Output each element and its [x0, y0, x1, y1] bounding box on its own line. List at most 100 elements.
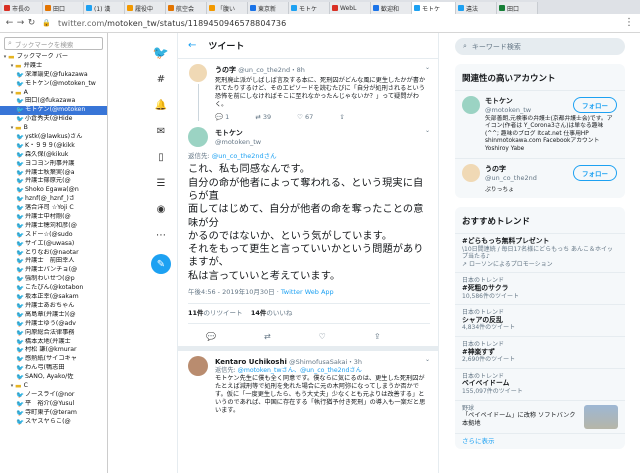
browser-tab[interactable]: 航空会 — [166, 2, 207, 14]
more-circle-icon[interactable]: ⋯ — [150, 222, 172, 248]
bookmark-item[interactable]: 🐦 弁護士秋葉実(@a — [0, 169, 107, 178]
bookmark-item[interactable]: 🐦 弁護士穂苅和彦(@ — [0, 222, 107, 231]
bookmark-item[interactable]: 🐦 わん弓(鴨志田 — [0, 364, 107, 373]
chevron-down-icon[interactable]: ⌄ — [425, 64, 430, 71]
bookmark-item[interactable]: 🐦 スドー☆(@sudo — [0, 231, 107, 240]
like-count[interactable]: 14件 — [251, 309, 267, 317]
author-name[interactable]: うの字 — [215, 66, 236, 74]
bookmark-item[interactable]: 🐦 向原総合法律事務 — [0, 329, 107, 338]
browser-menu-icon[interactable]: ⋮ — [624, 17, 634, 28]
reply-to-link[interactable]: @un_co_the2ndさん — [212, 152, 277, 160]
bookmark-item[interactable]: 🐦 田口(@fukazawa — [0, 97, 107, 106]
reply-to-link[interactable]: @motoken_twさん、@un_co_the2ndさん — [238, 367, 362, 374]
hashtag-icon[interactable]: # — [150, 66, 172, 92]
author-name[interactable]: モトケン — [215, 128, 261, 138]
avatar[interactable] — [189, 64, 207, 82]
bookmark-item[interactable]: 🐦 弁護士 前田幸人 — [0, 257, 107, 266]
compose-tweet-button[interactable]: ✎ — [151, 254, 171, 274]
trend-item[interactable]: 日本のトレンド ベイベイドーム 155,097件のツイート — [455, 369, 625, 401]
trend-item[interactable]: 日本のトレンド #神楽すず 2,690件のツイート — [455, 337, 625, 369]
avatar[interactable] — [462, 164, 480, 183]
account-card[interactable]: モトケン @motoken_tw 矢部善朗,元検事の弁護士(京都弁護士会)です。… — [455, 91, 625, 160]
bookmark-item[interactable]: 🐦 ystk(@lawkus)さん — [0, 133, 107, 142]
avatar[interactable] — [188, 127, 208, 147]
bookmark-item[interactable]: 🐦 弁護士パンチョ(@ — [0, 266, 107, 275]
avatar[interactable] — [188, 355, 208, 376]
bookmark-item[interactable]: 🐦 橋本太地(弁護士 — [0, 338, 107, 347]
author-name[interactable]: Kentaro Uchikoshi — [215, 358, 287, 366]
show-more-link[interactable]: さらに表示 — [455, 434, 625, 450]
trend-item[interactable]: 日本のトレンド #死粗のサクラ 10,586件のツイート — [455, 273, 625, 306]
browser-tab[interactable]: 市長の — [2, 2, 43, 14]
bookmark-item[interactable]: 🐦 SANO, Ayako/佐 — [0, 373, 107, 382]
reply-icon[interactable]: 💬 — [206, 332, 216, 341]
browser-tab[interactable]: WebL — [330, 2, 371, 14]
retweet-icon[interactable]: ⇄ — [264, 332, 271, 341]
reply-tweet[interactable]: Kentaro Uchikoshi @ShimofusaSakai・3h 返信先… — [178, 351, 438, 419]
browser-tab[interactable]: 東京新 — [248, 2, 289, 14]
bookmark-item[interactable]: 🐦 K・９９９(@kikk — [0, 142, 107, 151]
bookmark-item[interactable]: 🐦 ヨコヨン刑事弁護 — [0, 160, 107, 169]
trend-item[interactable]: 野球 「ペイペイドーム」に改称 ソフトバンク本拠地 — [455, 401, 625, 434]
bookmark-item[interactable]: 🐦 弁護士ゆう(@adv — [0, 320, 107, 329]
bookmark-item[interactable]: 🐦 Shoko Egawa(@n — [0, 186, 107, 195]
url-field[interactable]: twitter.com/motoken_tw/status/1189450946… — [58, 19, 286, 28]
reply-action[interactable]: 💬 1 — [215, 113, 229, 121]
bookmark-folder[interactable]: ▾ ▬ A — [0, 89, 107, 98]
reload-icon[interactable]: ↻ — [26, 18, 37, 28]
chevron-down-icon[interactable]: ⌄ — [425, 356, 430, 363]
bookmark-item[interactable]: 🐦 高島章(弁護士)(@ — [0, 311, 107, 320]
bookmark-item[interactable]: 🐦 寺町東子(@teram — [0, 409, 107, 418]
bookmark-item[interactable]: 🐦 落合洋司 ☆Yoji C — [0, 204, 107, 213]
bookmark-item[interactable]: 🐦 モトケン(@motoken_tw — [0, 80, 107, 89]
bookmark-folder[interactable]: ▾ ▬ 弁護士 — [0, 62, 107, 71]
retweet-action[interactable]: ⇄ 39 — [255, 113, 271, 121]
bookmark-item[interactable]: 🐦 坂本正幸(@sakam — [0, 293, 107, 302]
bookmark-item[interactable]: 🐦 とりなお(@naotar — [0, 249, 107, 258]
bookmark-folder[interactable]: ▾ ▬ B — [0, 124, 107, 133]
retweet-count[interactable]: 11件 — [188, 309, 204, 317]
list-icon[interactable]: ☰ — [150, 170, 172, 196]
bookmark-item[interactable]: 🐦 強制わいせつ(@p — [0, 275, 107, 284]
bookmark-item[interactable]: 🐦 弁護士篠原元(@ — [0, 177, 107, 186]
account-card[interactable]: うの字 @un_co_the2nd ぷりっちょ フォロー — [455, 159, 625, 198]
back-arrow-icon[interactable]: ← — [4, 18, 15, 28]
browser-tab[interactable]: モトケ — [289, 2, 330, 14]
profile-icon[interactable]: ◉ — [150, 196, 172, 222]
follow-button[interactable]: フォロー — [573, 97, 617, 113]
bookmark-item[interactable]: 🐦 弁護士中村剛(@ — [0, 213, 107, 222]
bookmark-folder[interactable]: ▾ ▬ ブックマーク バー — [0, 53, 107, 62]
envelope-icon[interactable]: ✉ — [150, 118, 172, 144]
trend-item[interactable]: 日本のトレンド シャアの反乱 4,834件のツイート — [455, 305, 625, 337]
bookmark-item[interactable]: 🐦 サイエ(@uwasa) — [0, 240, 107, 249]
bookmark-item[interactable]: 🐦 ノースライ(@nor — [0, 391, 107, 400]
browser-tab[interactable]: 歓迎和 — [371, 2, 412, 14]
forward-arrow-icon[interactable]: → — [15, 18, 26, 28]
avatar[interactable] — [462, 96, 480, 114]
browser-tab[interactable]: 田口 — [497, 2, 538, 14]
browser-tab[interactable]: 違法 — [456, 2, 497, 14]
browser-tab[interactable]: 「腹い — [207, 2, 248, 14]
bookmark-item[interactable]: 🐦 こたぴん(@kotabon — [0, 284, 107, 293]
browser-tab[interactable]: モトケ — [412, 2, 456, 14]
bookmark-item[interactable]: 🐦 弁護士あおちゃん — [0, 302, 107, 311]
bookmark-item[interactable]: 🐦 小倉秀夫(@Hide — [0, 115, 107, 124]
client-link[interactable]: Twitter Web App — [281, 288, 334, 296]
share-icon[interactable]: ⇪ — [339, 113, 344, 121]
share-icon[interactable]: ⇪ — [374, 332, 381, 341]
bookmark-item[interactable]: 🐦 モトケン(@motoken — [0, 106, 107, 116]
back-arrow-icon[interactable]: ← — [188, 40, 196, 51]
bookmark-item[interactable]: 🐦 村松 謙(@kmurar — [0, 346, 107, 355]
bell-icon[interactable]: 🔔 — [150, 92, 172, 118]
bookmark-item[interactable]: 🐦 スヤスヤらこ(@ — [0, 418, 107, 427]
chevron-down-icon[interactable]: ⌄ — [425, 127, 430, 134]
browser-tab[interactable]: 田口 — [43, 2, 84, 14]
like-action[interactable]: ♡ 67 — [297, 113, 313, 121]
bookmark-item[interactable]: 🐦 感熱紙(サイコキャ — [0, 355, 107, 364]
bookmark-search-input[interactable]: ⌕ ブックマークを検索 — [4, 37, 103, 50]
bookmark-item[interactable]: 🐦 深澤諭史(@fukazawa — [0, 71, 107, 80]
bookmark-item[interactable]: 🐦 hznf(@_hznf_)さ — [0, 195, 107, 204]
bookmark-item[interactable]: 🐦 森久保(@kikuk — [0, 151, 107, 160]
bookmark-icon[interactable]: ▯ — [150, 144, 172, 170]
browser-tab[interactable]: (1) 漢 — [84, 2, 125, 14]
